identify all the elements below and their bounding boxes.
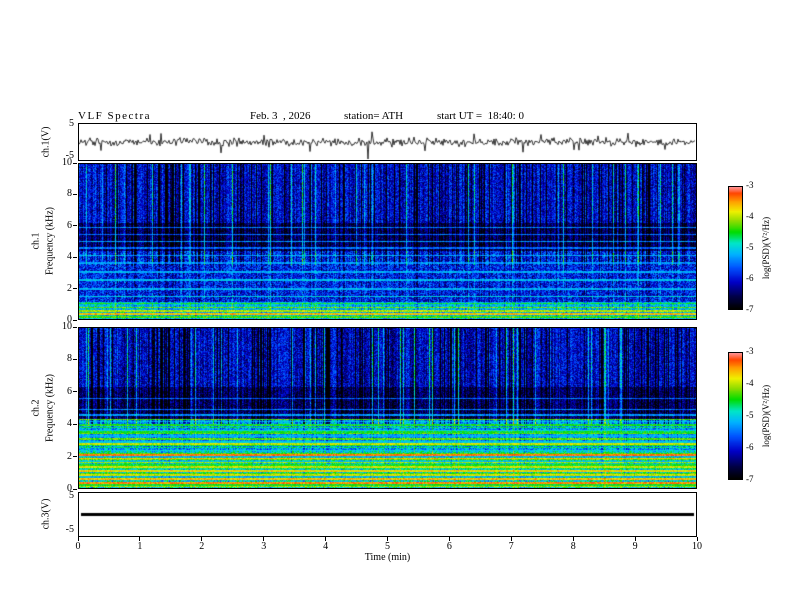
ch2-spec-axis-label-freq: Frequency (kHz) <box>44 373 56 443</box>
colorbar-tick-label: -6 <box>746 442 754 452</box>
freq-tick-label: 6 <box>67 385 72 397</box>
colorbar-tick-label: -5 <box>746 410 754 420</box>
x-tick-label: 5 <box>385 541 390 552</box>
ch1-volt-top-label: 5 <box>69 118 74 129</box>
x-tick-label: 4 <box>323 541 329 552</box>
freq-tick-label: 2 <box>67 450 72 462</box>
x-tick-label: 0 <box>75 541 81 552</box>
x-tick-label: 8 <box>570 541 576 552</box>
x-tick-label: 9 <box>632 541 638 552</box>
ch1-spectrogram-canvas <box>79 164 696 319</box>
colorbar-tick-label: -6 <box>746 273 754 283</box>
freq-tick-label: 4 <box>67 418 72 430</box>
ch2-spectrogram-canvas <box>79 328 696 488</box>
ch1-spec-axis-label-ch: ch.1 <box>30 232 42 250</box>
x-tick-label: 7 <box>508 541 514 552</box>
ch3-waveform-panel <box>78 492 697 537</box>
x-tick-label: 10 <box>692 541 702 552</box>
freq-tick-label: 10 <box>62 157 72 168</box>
colorbar-tick-label: -7 <box>746 474 754 484</box>
plot-date: Feb. 3 , 2026 <box>250 110 311 122</box>
start-ut-label: start UT = 18:40: 0 <box>437 110 524 122</box>
colorbar-tick-label: -3 <box>746 346 754 356</box>
x-tick-label: 1 <box>137 541 143 552</box>
freq-tick-mark <box>73 423 77 425</box>
x-tick-label: 2 <box>199 541 205 552</box>
colorbar-tick-label: -4 <box>746 211 754 221</box>
colorbar-ch2-canvas <box>729 353 742 479</box>
freq-tick-label: 10 <box>62 321 72 332</box>
ch1-spec-axis-label-freq: Frequency (kHz) <box>44 206 56 276</box>
freq-tick-mark <box>73 162 77 164</box>
ch3-waveform-canvas <box>79 493 696 536</box>
freq-tick-label: 8 <box>67 188 72 200</box>
x-tick-label: 3 <box>261 541 267 552</box>
ch3-volt-bottom-label: -5 <box>65 524 74 535</box>
freq-tick-mark <box>73 288 77 290</box>
colorbar-ch2 <box>728 352 743 480</box>
ch2-spectrogram-panel <box>78 327 697 489</box>
freq-tick-mark <box>73 391 77 393</box>
ch1-spectrogram-panel <box>78 163 697 320</box>
colorbar-ch1 <box>728 186 743 310</box>
colorbar-ch1-label: log(PSD)(V²/Hz) <box>761 216 771 280</box>
x-tick-label: 6 <box>446 541 452 552</box>
time-axis-label: Time (min) <box>364 552 411 563</box>
colorbar-tick-label: -7 <box>746 304 754 314</box>
colorbar-ch1-canvas <box>729 187 742 309</box>
freq-tick-label: 0 <box>67 483 72 494</box>
freq-tick-label: 4 <box>67 251 72 263</box>
freq-tick-mark <box>73 488 77 490</box>
freq-tick-label: 8 <box>67 353 72 365</box>
freq-tick-mark <box>73 193 77 195</box>
freq-tick-mark <box>73 456 77 458</box>
colorbar-tick-label: -5 <box>746 242 754 252</box>
vlf-spectra-figure: VLF Spectra Feb. 3 , 2026 station= ATH s… <box>0 0 792 612</box>
ch1-volt-axis-label: ch.1(V) <box>40 126 52 158</box>
freq-tick-label: 6 <box>67 219 72 231</box>
colorbar-tick-label: -3 <box>746 180 754 190</box>
station-label: station= ATH <box>344 110 404 122</box>
ch2-spec-axis-label-ch: ch.2 <box>30 399 42 417</box>
freq-tick-mark <box>73 326 77 328</box>
ch1-waveform-canvas <box>79 124 696 160</box>
freq-tick-mark <box>73 225 77 227</box>
plot-title: VLF Spectra <box>78 110 152 122</box>
freq-tick-mark <box>73 358 77 360</box>
ch1-waveform-panel <box>78 123 697 161</box>
freq-tick-mark <box>73 319 77 321</box>
colorbar-ch2-label: log(PSD)(V²/Hz) <box>761 384 771 448</box>
ch3-volt-axis-label: ch.3(V) <box>40 498 52 530</box>
freq-tick-mark <box>73 256 77 258</box>
freq-tick-label: 2 <box>67 282 72 294</box>
colorbar-tick-label: -4 <box>746 378 754 388</box>
